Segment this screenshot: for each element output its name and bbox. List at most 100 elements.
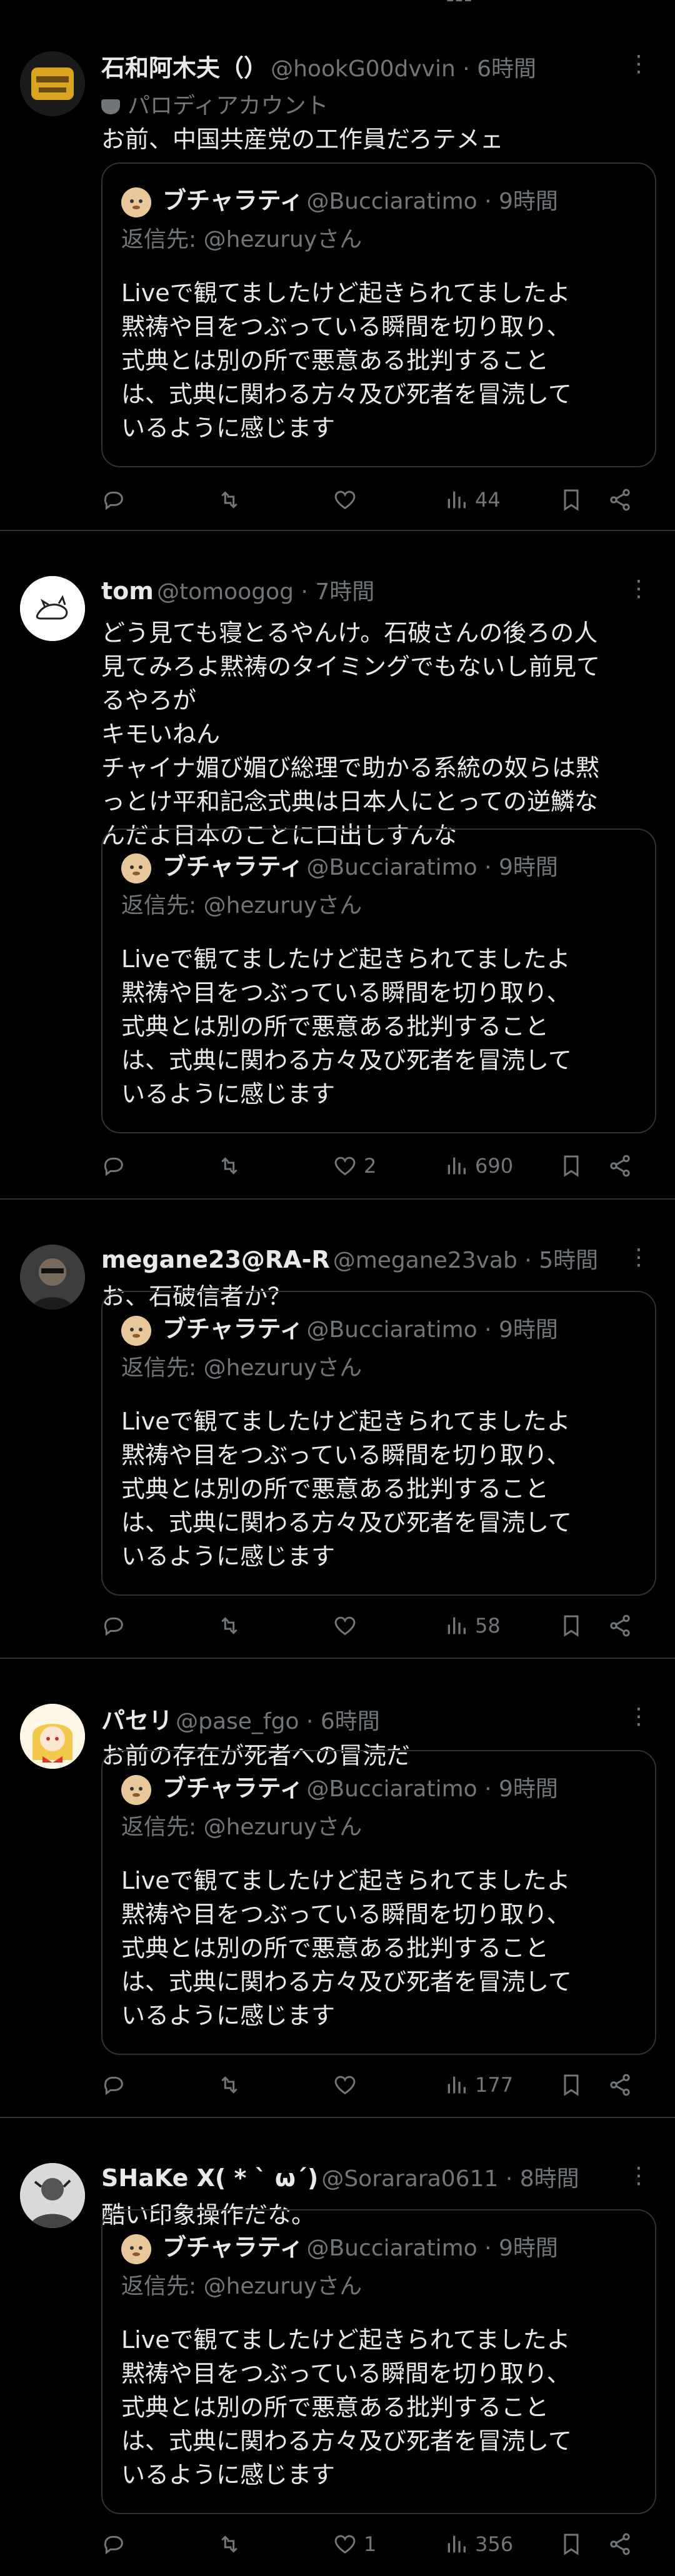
like-count: 1 xyxy=(364,2532,377,2556)
like-button[interactable] xyxy=(332,1607,364,1644)
user-handle[interactable]: @Sorarara0611 xyxy=(321,2166,498,2192)
timestamp[interactable]: 6時間 xyxy=(321,1709,380,1734)
views-button[interactable]: 58 xyxy=(444,1607,501,1644)
reply-icon xyxy=(104,1157,123,1176)
like-button[interactable]: 2 xyxy=(332,1147,376,1185)
bookmark-button[interactable] xyxy=(559,2525,584,2563)
bookmark-icon xyxy=(564,1155,579,1177)
quoted-display-name: ブチャラティ xyxy=(162,1315,304,1343)
share-button[interactable] xyxy=(608,2525,632,2563)
retweet-icon xyxy=(221,2535,238,2553)
reply-button[interactable] xyxy=(101,1607,132,1644)
share-button[interactable] xyxy=(608,481,632,519)
reply-button[interactable] xyxy=(101,481,132,519)
display-name[interactable]: SHaKe X( * ` ω´) xyxy=(101,2164,318,2192)
tweet[interactable]: tom @tomoogog · 7時間 ⋮ どう見ても寝とるやんけ。石破さんの後… xyxy=(0,531,675,1200)
more-options-icon[interactable]: ⋮ xyxy=(628,51,650,77)
avatar[interactable] xyxy=(20,51,85,116)
more-options-icon[interactable]: ⋮ xyxy=(628,2163,650,2189)
share-button[interactable] xyxy=(608,1607,632,1644)
retweet-icon xyxy=(221,491,238,509)
quoted-reply-to: 返信先: @hezuruyさん xyxy=(121,893,362,918)
quoted-tweet[interactable]: ブチャラティ @Bucciaratimo · 9時間 返信先: @hezuruy… xyxy=(101,162,656,467)
avatar[interactable] xyxy=(20,1245,85,1310)
previous-tweet-actions: ▮▮▮ 69 xyxy=(0,0,675,6)
bookmark-button[interactable] xyxy=(559,2066,584,2104)
tweet[interactable]: パセリ @pase_fgo · 6時間 ⋮ お前の存在が死者への冒涜だ ブチャラ… xyxy=(0,1659,675,2118)
views-count: 44 xyxy=(475,488,501,512)
views-button[interactable]: 356 xyxy=(444,2525,513,2563)
quoted-timestamp: 9時間 xyxy=(499,1776,558,1802)
more-options-icon[interactable]: ⋮ xyxy=(628,1704,650,1729)
views-icon xyxy=(448,2535,466,2553)
tweet-header: SHaKe X( * ` ω´) @Sorarara0611 · 8時間 xyxy=(101,2161,650,2196)
quoted-display-name: ブチャラティ xyxy=(162,2234,304,2261)
bookmark-button[interactable] xyxy=(559,481,584,519)
tweet[interactable]: SHaKe X( * ` ω´) @Sorarara0611 · 8時間 ⋮ 酷… xyxy=(0,2118,675,2576)
quoted-tweet[interactable]: ブチャラティ @Bucciaratimo · 9時間 返信先: @hezuruy… xyxy=(101,1291,656,1596)
more-options-icon[interactable]: ⋮ xyxy=(628,1245,650,1270)
retweet-button[interactable] xyxy=(217,1607,248,1644)
user-handle[interactable]: @hookG00dvvin xyxy=(271,56,456,82)
separator: · xyxy=(477,189,499,214)
bookmark-button[interactable] xyxy=(559,1147,584,1185)
tweet-text: お前、中国共産党の工作員だろテメェ xyxy=(101,126,504,153)
display-name[interactable]: 石和阿木夫（） xyxy=(101,54,268,82)
quoted-timestamp: 9時間 xyxy=(499,1317,558,1343)
timestamp[interactable]: 8時間 xyxy=(520,2166,579,2192)
retweet-button[interactable] xyxy=(217,2525,248,2563)
like-button[interactable]: 1 xyxy=(332,2525,376,2563)
reply-button[interactable] xyxy=(101,1147,132,1185)
quoted-handle: @Bucciaratimo xyxy=(306,855,478,880)
reply-button[interactable] xyxy=(101,2525,132,2563)
like-button[interactable] xyxy=(332,481,364,519)
share-button[interactable] xyxy=(608,2066,632,2104)
heart-icon xyxy=(334,2076,356,2095)
tweet-header: tom @tomoogog · 7時間 xyxy=(101,574,650,609)
heart-icon xyxy=(334,1156,356,1176)
retweet-button[interactable] xyxy=(217,481,248,519)
retweet-button[interactable] xyxy=(217,1147,248,1185)
user-handle[interactable]: @tomoogog xyxy=(157,579,294,605)
user-handle[interactable]: @pase_fgo xyxy=(176,1709,299,1734)
tweet[interactable]: megane23@RA-R @megane23vab · 5時間 ⋮ お、石破信… xyxy=(0,1200,675,1659)
more-options-icon[interactable]: ⋮ xyxy=(628,576,650,602)
avatar[interactable] xyxy=(20,1704,85,1769)
display-name[interactable]: tom xyxy=(101,577,154,605)
tweet-actions: 1 356 xyxy=(101,2525,650,2563)
tweet-text: どう見ても寝とるやんけ。石破さんの後ろの人 見てみろよ黙祷のタイミングでもないし… xyxy=(101,619,601,849)
bookmark-button[interactable] xyxy=(559,1607,584,1644)
tweet[interactable]: 石和阿木夫（） @hookG00dvvin · 6時間 ⋮ パロディアカウント … xyxy=(0,6,675,531)
reply-button[interactable] xyxy=(101,2066,132,2104)
views-button[interactable]: 690 xyxy=(444,1147,513,1185)
retweet-button[interactable] xyxy=(217,2066,248,2104)
timestamp[interactable]: 5時間 xyxy=(539,1248,598,1273)
avatar[interactable] xyxy=(20,2163,85,2228)
quoted-header: ブチャラティ @Bucciaratimo · 9時間 xyxy=(162,2228,558,2262)
quoted-tweet[interactable]: ブチャラティ @Bucciaratimo · 9時間 返信先: @hezuruy… xyxy=(101,828,656,1133)
quoted-avatar xyxy=(121,187,151,217)
quoted-tweet[interactable]: ブチャラティ @Bucciaratimo · 9時間 返信先: @hezuruy… xyxy=(101,1750,656,2055)
share-button[interactable] xyxy=(608,1147,632,1185)
share-icon xyxy=(610,1614,630,1637)
timestamp[interactable]: 7時間 xyxy=(315,579,374,605)
avatar[interactable] xyxy=(20,576,85,641)
display-name[interactable]: megane23@RA-R xyxy=(101,1246,330,1273)
tweet-actions: 44 xyxy=(101,481,650,519)
quoted-reply-to: 返信先: @hezuruyさん xyxy=(121,1355,362,1381)
tweet-actions: 177 xyxy=(101,2066,650,2104)
quoted-handle: @Bucciaratimo xyxy=(306,1776,478,1802)
quoted-reply-to: 返信先: @hezuruyさん xyxy=(121,1814,362,1840)
reply-icon xyxy=(104,2076,123,2096)
user-handle[interactable]: @megane23vab xyxy=(333,1248,518,1273)
views-icon[interactable]: ▮▮▮ xyxy=(446,0,472,4)
bookmark-icon xyxy=(564,1615,579,1637)
quoted-tweet[interactable]: ブチャラティ @Bucciaratimo · 9時間 返信先: @hezuruy… xyxy=(101,2209,656,2514)
like-button[interactable] xyxy=(332,2066,364,2104)
timestamp[interactable]: 6時間 xyxy=(477,56,536,82)
quoted-avatar xyxy=(121,1775,151,1805)
views-button[interactable]: 177 xyxy=(444,2066,513,2104)
views-button[interactable]: 44 xyxy=(444,481,501,519)
display-name[interactable]: パセリ xyxy=(101,1707,172,1734)
views-icon xyxy=(448,1617,466,1634)
